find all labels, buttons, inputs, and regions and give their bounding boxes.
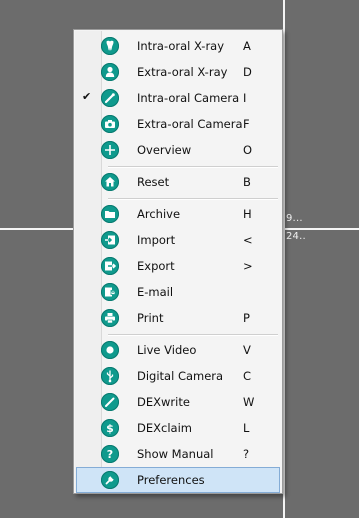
shortcut-key: B [243, 175, 251, 189]
menu-item-label: Extra-oral X-ray [137, 65, 228, 79]
menu-item-label: Intra-oral Camera [137, 91, 240, 105]
printer-icon [101, 309, 119, 327]
menu-item-label: Extra-oral Camera [137, 117, 243, 131]
help-icon: ? [101, 445, 119, 463]
home-icon [101, 173, 119, 191]
folder-icon [101, 205, 119, 223]
menu-item-label: E-mail [137, 285, 174, 299]
shortcut-key: D [243, 65, 252, 79]
record-icon [101, 341, 119, 359]
tooth-icon [101, 37, 119, 55]
menu-item-show-manual[interactable]: ? Show Manual ? [76, 441, 280, 467]
shortcut-key: W [243, 395, 255, 409]
pen-icon [101, 393, 119, 411]
dollar-icon: $ [101, 419, 119, 437]
menu-separator [108, 198, 278, 200]
menu-item-extra-oral-camera[interactable]: Extra-oral Camera F [76, 111, 280, 137]
grid-divider-vertical [283, 0, 285, 518]
menu-item-label: Print [137, 311, 164, 325]
menu-separator [108, 166, 278, 168]
menu-separator [108, 334, 278, 336]
menu-item-dexclaim[interactable]: $ DEXclaim L [76, 415, 280, 441]
shortcut-key: P [243, 311, 250, 325]
menu-item-import[interactable]: Import < [76, 227, 280, 253]
menu-item-export[interactable]: Export > [76, 253, 280, 279]
menu-item-label: Intra-oral X-ray [137, 39, 225, 53]
shortcut-key: > [243, 259, 253, 273]
checkmark-icon: ✔ [82, 90, 92, 103]
svg-text:?: ? [107, 448, 113, 461]
shortcut-key: ? [243, 447, 250, 461]
crosshair-icon [101, 141, 119, 159]
menu-item-overview[interactable]: Overview O [76, 137, 280, 163]
shortcut-key: H [243, 207, 252, 221]
side-value-1: 9... [286, 213, 303, 224]
menu-item-reset[interactable]: Reset B [76, 169, 280, 195]
export-icon [101, 257, 119, 275]
shortcut-key: V [243, 343, 251, 357]
shortcut-key: L [243, 421, 250, 435]
menu-item-email[interactable]: E-mail [76, 279, 280, 305]
menu-item-label: Export [137, 259, 175, 273]
email-icon [101, 283, 119, 301]
wrench-icon [101, 471, 119, 489]
menu-item-digital-camera[interactable]: Digital Camera C [76, 363, 280, 389]
menu-item-label: Preferences [137, 473, 205, 487]
side-value-2: 24.. [286, 231, 306, 242]
menu-item-preferences[interactable]: Preferences [76, 467, 280, 493]
intraoral-camera-icon [101, 89, 119, 107]
menu-item-label: Overview [137, 143, 192, 157]
menu-item-label: Import [137, 233, 176, 247]
shortcut-key: I [243, 91, 247, 105]
menu-item-label: Show Manual [137, 447, 214, 461]
head-scan-icon [101, 63, 119, 81]
svg-text:$: $ [106, 422, 114, 435]
import-icon [101, 231, 119, 249]
camera-icon [101, 115, 119, 133]
shortcut-key: C [243, 369, 252, 383]
menu-item-label: DEXclaim [137, 421, 192, 435]
shortcut-key: < [243, 233, 253, 247]
menu-item-intra-oral-camera[interactable]: ✔ Intra-oral Camera I [76, 85, 280, 111]
menu-item-label: DEXwrite [137, 395, 190, 409]
menu-item-extra-oral-xray[interactable]: Extra-oral X-ray D [76, 59, 280, 85]
menu-item-print[interactable]: Print P [76, 305, 280, 331]
menu-item-intra-oral-xray[interactable]: Intra-oral X-ray A [76, 33, 280, 59]
shortcut-key: O [243, 143, 253, 157]
menu-item-archive[interactable]: Archive H [76, 201, 280, 227]
menu-item-label: Live Video [137, 343, 197, 357]
shortcut-key: F [243, 117, 250, 131]
menu-item-label: Reset [137, 175, 170, 189]
menu-item-label: Digital Camera [137, 369, 224, 383]
usb-icon [101, 367, 119, 385]
shortcut-key: A [243, 39, 251, 53]
context-menu: Intra-oral X-ray A Extra-oral X-ray D ✔ … [73, 29, 283, 494]
menu-item-label: Archive [137, 207, 181, 221]
menu-item-dexwrite[interactable]: DEXwrite W [76, 389, 280, 415]
menu-item-live-video[interactable]: Live Video V [76, 337, 280, 363]
